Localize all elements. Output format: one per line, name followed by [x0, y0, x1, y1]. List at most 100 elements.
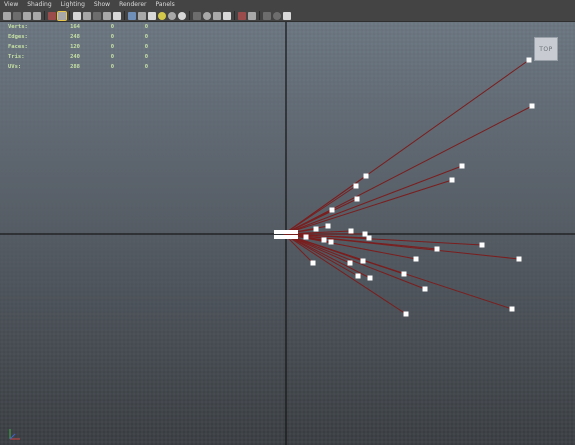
- joint-1[interactable]: [529, 103, 535, 109]
- use-default-material-icon[interactable]: [148, 11, 156, 20]
- joint-24[interactable]: [360, 258, 366, 264]
- gate-mask-icon[interactable]: [83, 11, 91, 20]
- xray-active-components-icon[interactable]: [273, 11, 281, 20]
- hud-label: Verts:: [8, 24, 28, 30]
- menu-show[interactable]: Show: [94, 0, 110, 10]
- joint-25[interactable]: [310, 260, 316, 266]
- root-joint-8[interactable]: [282, 235, 286, 239]
- poly-count-hud: Verts: 164 0 0 Edges: 248 0 0 Faces: 120…: [8, 22, 148, 72]
- xray-icon[interactable]: [263, 11, 271, 20]
- root-joint-2[interactable]: [282, 230, 286, 234]
- hud-components: 0: [144, 64, 148, 70]
- select-camera-icon[interactable]: [3, 11, 11, 20]
- joints[interactable]: [274, 57, 535, 317]
- joint-3[interactable]: [449, 177, 455, 183]
- hud-selected: 0: [110, 44, 114, 50]
- joint-0[interactable]: [526, 57, 532, 63]
- joint-18[interactable]: [516, 256, 522, 262]
- isolate-select-icon[interactable]: [238, 11, 246, 20]
- modeling-panel: View Shading Lighting Show Renderer Pane…: [0, 0, 575, 445]
- joint-9[interactable]: [313, 226, 319, 232]
- root-joint-11[interactable]: [294, 235, 298, 239]
- menu-view[interactable]: View: [4, 0, 18, 10]
- joint-22[interactable]: [355, 273, 361, 279]
- joint-14[interactable]: [321, 237, 327, 243]
- toolbar-separator: [234, 11, 235, 20]
- joint-19[interactable]: [413, 256, 419, 262]
- joint-15[interactable]: [328, 239, 334, 245]
- hud-total: 240: [70, 54, 80, 60]
- root-joint-1[interactable]: [278, 230, 282, 234]
- joint-20[interactable]: [401, 271, 407, 277]
- joint-chain-21[interactable]: [283, 233, 371, 279]
- view-cube[interactable]: TOP: [534, 37, 558, 61]
- joint-13[interactable]: [303, 234, 309, 240]
- hud-total: 164: [70, 24, 80, 30]
- textured-icon[interactable]: [248, 11, 256, 20]
- toolbar-separator: [124, 11, 125, 20]
- hud-selected: 0: [110, 64, 114, 70]
- joint-6[interactable]: [354, 196, 360, 202]
- joint-8[interactable]: [325, 223, 331, 229]
- joint-26[interactable]: [422, 286, 428, 292]
- safe-title-icon[interactable]: [113, 11, 121, 20]
- hud-row-verts: Verts: 164 0 0: [8, 22, 148, 32]
- viewport-top[interactable]: Verts: 164 0 0 Edges: 248 0 0 Faces: 120…: [0, 22, 575, 445]
- hud-selected: 0: [110, 24, 114, 30]
- root-joint-0[interactable]: [274, 230, 278, 234]
- xray-joints-icon[interactable]: [283, 11, 291, 20]
- toolbar-separator: [259, 11, 260, 20]
- hud-label: Tris:: [8, 54, 25, 60]
- root-joint-6[interactable]: [274, 235, 278, 239]
- camera-attributes-icon[interactable]: [13, 11, 21, 20]
- menu-panels[interactable]: Panels: [155, 0, 174, 10]
- joint-2[interactable]: [459, 163, 465, 169]
- menu-lighting[interactable]: Lighting: [61, 0, 85, 10]
- joint-28[interactable]: [403, 311, 409, 317]
- joint-23[interactable]: [347, 260, 353, 266]
- root-joint-7[interactable]: [278, 235, 282, 239]
- screen-space-ambient-occlusion-icon[interactable]: [178, 11, 186, 20]
- root-joint-5[interactable]: [294, 230, 298, 234]
- film-gate-icon[interactable]: [57, 10, 67, 21]
- hud-components: 0: [144, 34, 148, 40]
- hud-total: 120: [70, 44, 80, 50]
- safe-action-icon[interactable]: [103, 11, 111, 20]
- root-joint-3[interactable]: [286, 230, 290, 234]
- motion-blur-icon[interactable]: [193, 11, 201, 20]
- depth-of-field-icon[interactable]: [213, 11, 221, 20]
- joint-chain-2[interactable]: [283, 165, 463, 235]
- smooth-shade-icon[interactable]: [138, 11, 146, 20]
- panel-toolbar: [0, 10, 575, 22]
- shadows-icon[interactable]: [168, 11, 176, 20]
- grid-icon[interactable]: [48, 11, 56, 20]
- image-plane-icon[interactable]: [33, 11, 41, 20]
- bookmark-icon[interactable]: [23, 11, 31, 20]
- resolution-gate-icon[interactable]: [73, 11, 81, 20]
- joint-10[interactable]: [348, 228, 354, 234]
- root-joint-9[interactable]: [286, 235, 290, 239]
- joint-4[interactable]: [363, 173, 369, 179]
- scene-canvas[interactable]: [0, 22, 575, 445]
- hud-selected: 0: [110, 34, 114, 40]
- joint-16[interactable]: [479, 242, 485, 248]
- use-all-lights-icon[interactable]: [158, 11, 166, 20]
- joint-27[interactable]: [509, 306, 515, 312]
- menu-shading[interactable]: Shading: [27, 0, 51, 10]
- wireframe-icon[interactable]: [128, 11, 136, 20]
- joint-21[interactable]: [367, 275, 373, 281]
- joint-17[interactable]: [434, 246, 440, 252]
- toolbar-separator: [189, 11, 190, 20]
- multisample-antialiasing-icon[interactable]: [203, 11, 211, 20]
- menu-renderer[interactable]: Renderer: [119, 0, 146, 10]
- joint-7[interactable]: [329, 207, 335, 213]
- joint-5[interactable]: [353, 183, 359, 189]
- hud-label: Faces:: [8, 44, 28, 50]
- toolbar-separator: [69, 11, 70, 20]
- wireframe-on-shaded-icon[interactable]: [223, 11, 231, 20]
- axis-gizmo-icon: [9, 429, 20, 440]
- field-chart-icon[interactable]: [93, 11, 101, 20]
- root-joint-10[interactable]: [290, 235, 294, 239]
- joint-12[interactable]: [366, 235, 372, 241]
- root-joint-4[interactable]: [290, 230, 294, 234]
